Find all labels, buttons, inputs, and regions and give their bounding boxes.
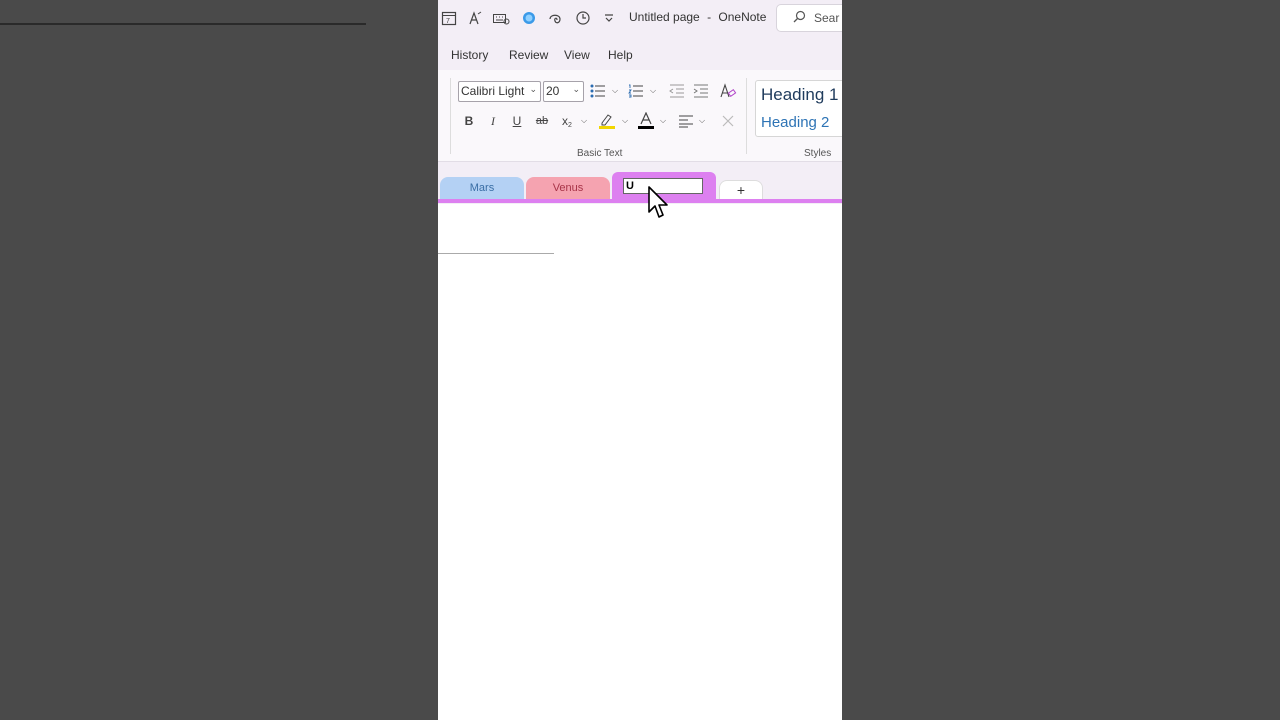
font-name-value: Calibri Light bbox=[461, 84, 525, 98]
copilot-icon[interactable] bbox=[520, 9, 538, 27]
chevron-down-icon[interactable]: ⌵ bbox=[650, 86, 656, 96]
tab-underline bbox=[438, 199, 842, 203]
search-box[interactable]: Sear bbox=[776, 4, 842, 32]
chevron-down-icon[interactable]: ⌵ bbox=[699, 116, 705, 126]
clear-formatting-icon[interactable] bbox=[718, 81, 738, 101]
tab-venus[interactable]: Venus bbox=[526, 177, 610, 199]
strikethrough-button[interactable]: ab bbox=[532, 111, 552, 131]
underline-button[interactable]: U bbox=[507, 111, 527, 131]
chevron-down-icon[interactable]: ⌵ bbox=[612, 86, 618, 96]
page-title-underline bbox=[438, 253, 554, 254]
decrease-indent-icon[interactable] bbox=[667, 81, 687, 101]
section-tabs: Mars Venus U + bbox=[438, 162, 842, 204]
align-icon[interactable] bbox=[676, 111, 696, 131]
mouse-cursor-icon bbox=[648, 186, 668, 218]
tab-venus-label: Venus bbox=[552, 182, 584, 194]
close-icon[interactable] bbox=[718, 111, 738, 131]
menu-bar: History Review View Help bbox=[438, 36, 842, 70]
clock-icon[interactable] bbox=[574, 9, 592, 27]
customize-icon[interactable] bbox=[600, 9, 618, 27]
title-separator: - bbox=[707, 10, 712, 24]
window-title: Untitled page - OneNote bbox=[629, 10, 766, 24]
subscript-mark: 2 bbox=[568, 121, 572, 129]
page-title: Untitled page bbox=[629, 10, 700, 24]
background-divider bbox=[0, 23, 366, 25]
italic-button[interactable]: I bbox=[483, 111, 503, 131]
basic-text-group-label: Basic Text bbox=[577, 148, 623, 159]
ribbon-divider bbox=[450, 78, 451, 154]
chevron-down-icon: ⌄ bbox=[572, 84, 580, 94]
calendar-icon[interactable]: 7 bbox=[440, 9, 458, 27]
chevron-down-icon[interactable]: ⌵ bbox=[660, 116, 666, 126]
font-name-select[interactable]: Calibri Light ⌄ bbox=[458, 81, 541, 102]
styles-gallery: Heading 1 Heading 2 bbox=[755, 80, 842, 137]
tab-mars[interactable]: Mars bbox=[440, 177, 524, 199]
onenote-window: 7 Untitled page - OneNote Sear History R… bbox=[438, 0, 842, 720]
chevron-down-icon[interactable]: ⌵ bbox=[581, 116, 587, 126]
touch-icon[interactable] bbox=[546, 9, 564, 27]
menu-help[interactable]: Help bbox=[608, 48, 633, 62]
svg-text:7: 7 bbox=[446, 18, 450, 25]
app-name: OneNote bbox=[718, 10, 767, 24]
search-icon bbox=[793, 10, 806, 26]
add-section-button[interactable]: + bbox=[719, 180, 763, 199]
font-icon[interactable] bbox=[466, 9, 484, 27]
search-placeholder: Sear bbox=[814, 11, 840, 25]
ribbon: Calibri Light ⌄ 20 ⌄ ⌵ ⌵ B I U ab x2 ⌵ ⌵… bbox=[438, 70, 842, 162]
highlight-icon[interactable] bbox=[597, 111, 617, 131]
title-bar: 7 Untitled page - OneNote Sear bbox=[438, 0, 842, 36]
chevron-down-icon[interactable]: ⌵ bbox=[622, 116, 628, 126]
ribbon-divider bbox=[746, 78, 747, 154]
font-size-select[interactable]: 20 ⌄ bbox=[543, 81, 584, 102]
styles-group-label: Styles bbox=[804, 148, 832, 159]
plus-icon: + bbox=[736, 182, 746, 198]
numbering-icon[interactable] bbox=[626, 81, 646, 101]
keyboard-icon[interactable] bbox=[492, 9, 510, 27]
bullets-icon[interactable] bbox=[588, 81, 608, 101]
increase-indent-icon[interactable] bbox=[691, 81, 711, 101]
tab-mars-label: Mars bbox=[469, 182, 495, 194]
menu-review[interactable]: Review bbox=[509, 48, 548, 62]
bold-button[interactable]: B bbox=[459, 111, 479, 131]
heading1-style[interactable]: Heading 1 bbox=[761, 85, 839, 105]
chevron-down-icon: ⌄ bbox=[529, 84, 537, 94]
subscript-button[interactable]: x2 bbox=[557, 111, 577, 131]
font-size-value: 20 bbox=[546, 84, 560, 98]
menu-history[interactable]: History bbox=[451, 48, 488, 62]
font-color-icon[interactable] bbox=[636, 111, 656, 131]
heading2-style[interactable]: Heading 2 bbox=[761, 114, 829, 131]
menu-view[interactable]: View bbox=[564, 48, 590, 62]
